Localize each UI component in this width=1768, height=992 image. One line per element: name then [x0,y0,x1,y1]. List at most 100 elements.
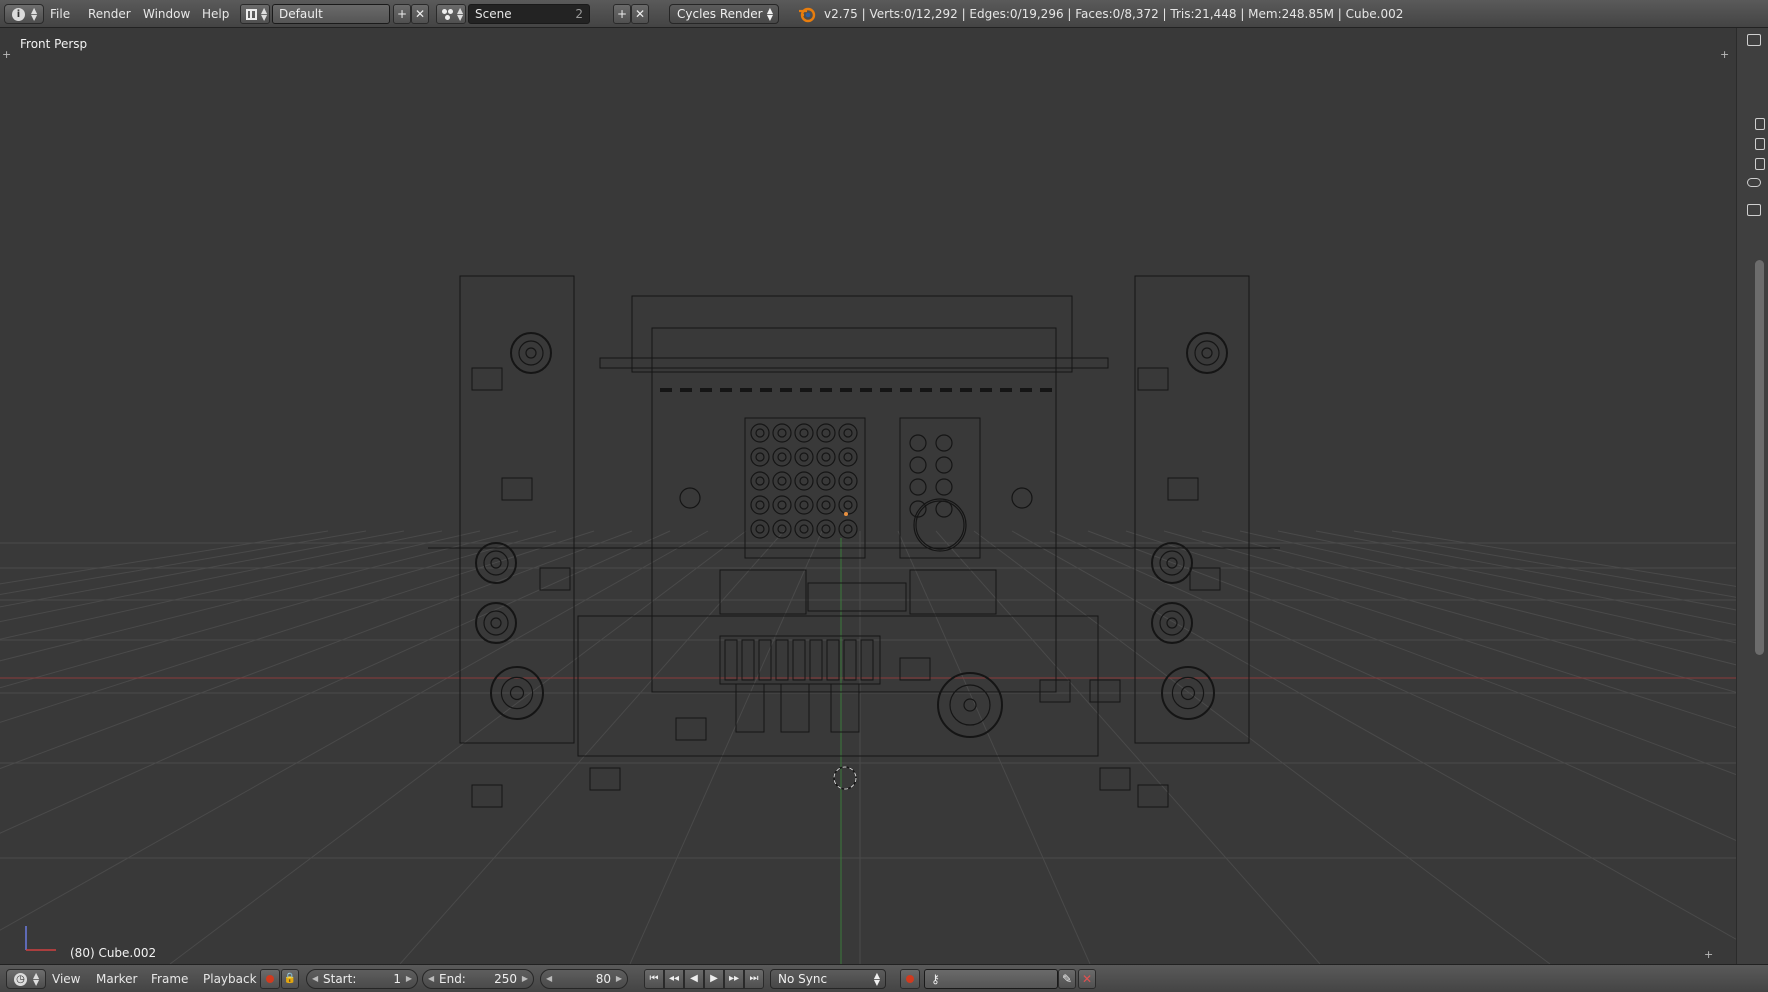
grid-line [1201,530,1736,666]
decrement-arrow-icon[interactable]: ◀ [546,970,552,988]
big-dial [937,672,1003,738]
3d-viewport[interactable]: Front Persp (80) Cube.002 + + + [0,28,1736,964]
knob [816,519,836,539]
menu-frame[interactable]: Frame [151,972,188,986]
view-label: Front Persp [20,37,88,51]
delete-keyframe-icon[interactable]: ✕ [1078,969,1096,989]
info-icon: i [12,8,25,21]
editor-type-button[interactable]: i ▲ ▼ [4,4,44,24]
updown-arrows-icon: ▲ ▼ [766,6,773,22]
play-button[interactable]: ▶ [704,969,724,989]
screen-layout-browse-button[interactable]: ▲ ▼ [240,4,270,24]
layout-grid-icon [246,9,257,20]
timeline-header: ◷ ▲ ▼ View Marker Frame Playback 🔒 ◀ Star… [0,964,1768,992]
wireframe-scene[interactable] [0,28,1736,964]
start-frame-field[interactable]: ◀ Start: 1 ▶ [306,969,418,989]
render-visibility-icon[interactable] [1755,118,1765,130]
play-reverse-button[interactable]: ◀ [684,969,704,989]
region-corner-icon[interactable]: + [1720,48,1729,61]
knob [794,447,814,467]
knob [816,423,836,443]
toggle-icon[interactable] [1747,178,1761,187]
dial [915,500,965,550]
jump-end-button[interactable]: ⏭ [744,969,764,989]
decrement-arrow-icon[interactable]: ◀ [428,970,434,988]
render-visibility-icon[interactable] [1755,138,1765,150]
knob [816,495,836,515]
render-engine-dropdown[interactable]: Cycles Render ▲ ▼ [669,4,779,24]
knob [750,471,770,491]
grid-line [1391,530,1736,587]
add-scene-button[interactable]: + [613,4,631,24]
render-engine-label: Cycles Render [677,7,763,21]
add-layout-button[interactable]: + [393,4,411,24]
menu-file[interactable]: File [50,7,70,21]
remove-layout-button[interactable]: ✕ [411,4,429,24]
key-icon: ⚷ [931,972,940,986]
current-frame-value: 80 [595,972,611,986]
scene-name-field[interactable]: Scene 2 [468,4,590,24]
increment-arrow-icon[interactable]: ▶ [616,970,622,988]
grid-line [0,530,405,608]
knob [755,452,765,462]
grid-line [0,530,557,689]
updown-arrows-icon: ▲ ▼ [457,6,464,22]
knob [909,478,927,496]
grid-line [0,530,671,834]
insert-keyframe-icon[interactable]: ✎ [1058,969,1076,989]
preview-range-button[interactable] [260,969,280,989]
scrollbar[interactable] [1755,260,1764,655]
scene-browse-button[interactable]: ▲ ▼ [436,4,466,24]
region-corner-icon[interactable]: + [2,48,11,61]
editor-type-button[interactable]: ◷ ▲ ▼ [6,969,46,989]
updown-arrows-icon: ▲ ▼ [33,971,40,987]
knob [799,500,809,510]
knob [750,519,770,539]
knob [935,456,953,474]
dial [679,487,701,509]
blender-logo-icon [799,7,816,23]
knob [821,524,831,534]
speaker-ring [1151,602,1193,644]
keying-set-field[interactable]: ⚷ [924,969,1058,989]
active-object-label: (80) Cube.002 [70,946,157,960]
jump-keyframe-back-button[interactable]: ◂◂ [664,969,684,989]
sync-mode-dropdown[interactable]: No Sync ▲ ▼ [770,969,886,989]
grid-line [0,530,633,770]
menu-marker[interactable]: Marker [96,972,137,986]
render-visibility-icon[interactable] [1755,158,1765,170]
increment-arrow-icon[interactable]: ▶ [406,970,412,988]
decrement-arrow-icon[interactable]: ◀ [312,970,318,988]
small-box [1089,679,1121,703]
end-frame-field[interactable]: ◀ End: 250 ▶ [422,969,534,989]
current-frame-field[interactable]: ◀ 80 ▶ [540,969,628,989]
grid-line [0,530,709,931]
knob [772,471,792,491]
menu-view[interactable]: View [52,972,80,986]
menu-playback[interactable]: Playback [203,972,257,986]
jump-keyframe-forward-button[interactable]: ▸▸ [724,969,744,989]
menu-render[interactable]: Render [88,7,131,21]
properties-icon[interactable] [1747,204,1761,216]
region-corner-icon[interactable]: + [1704,948,1713,961]
big-dial [949,684,991,726]
lock-icon[interactable]: 🔒 [281,969,299,989]
menu-window[interactable]: Window [143,7,190,21]
clock-icon: ◷ [14,973,27,986]
remove-scene-button[interactable]: ✕ [631,4,649,24]
wire-edge [574,276,652,328]
menu-help[interactable]: Help [202,7,229,21]
display-panel [807,582,907,612]
screen-layout-field[interactable]: Default [272,4,390,24]
auto-keyframe-record-button[interactable] [900,969,920,989]
small-box [539,567,571,591]
small-box [899,657,931,681]
knob [909,434,927,452]
small-box [1137,367,1169,391]
grid-line [1353,530,1736,598]
small-box [589,767,621,791]
jump-start-button[interactable]: ⏮ [644,969,664,989]
outliner-icon[interactable] [1747,34,1761,46]
fader [724,639,738,681]
increment-arrow-icon[interactable]: ▶ [522,970,528,988]
